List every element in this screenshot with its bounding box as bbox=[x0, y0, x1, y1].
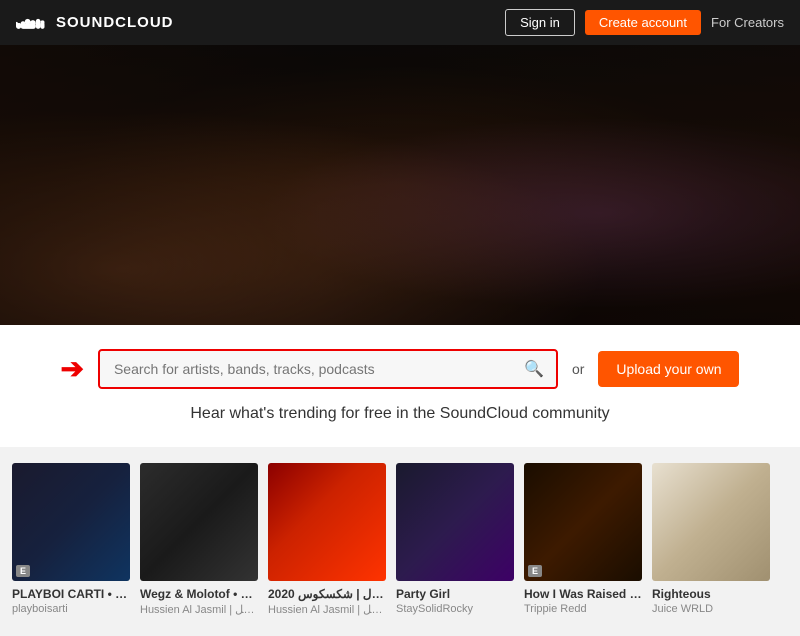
card-title: How I Was Raised Ft. Lil Te... bbox=[524, 587, 642, 603]
signin-button[interactable]: Sign in bbox=[505, 9, 575, 36]
search-input[interactable] bbox=[100, 351, 512, 387]
card-title: Wegz & Molotof • Dorak Ga... bbox=[140, 587, 258, 603]
card-title: 2020 عمر كمال | شكسكوس bbox=[268, 587, 386, 603]
explicit-badge: E bbox=[16, 565, 30, 577]
hero-overlay bbox=[0, 45, 800, 325]
list-item[interactable]: 2020 عمر كمال | شكسكوسHussien Al Jasmil … bbox=[268, 463, 386, 616]
logo-text: SOUNDCLOUD bbox=[56, 14, 174, 31]
list-item[interactable]: RighteousJuice WRLD bbox=[652, 463, 770, 616]
card-artist: Hussien Al Jasmil | حسين الجاسمل... bbox=[268, 603, 386, 616]
list-item[interactable]: Party GirlStaySolidRocky bbox=[396, 463, 514, 616]
card-thumbnail bbox=[140, 463, 258, 581]
list-item[interactable]: E PLAYBOI CARTI • ® MEHplayboisarti bbox=[12, 463, 130, 616]
logo-area: SOUNDCLOUD bbox=[16, 12, 505, 34]
card-thumbnail bbox=[652, 463, 770, 581]
for-creators-link[interactable]: For Creators bbox=[711, 15, 784, 30]
card-artist: Hussien Al Jasmil | حسين الجاسمل... bbox=[140, 603, 258, 616]
card-title: Righteous bbox=[652, 587, 770, 603]
card-artist: Trippie Redd bbox=[524, 603, 642, 615]
upload-button[interactable]: Upload your own bbox=[598, 351, 739, 387]
or-text: or bbox=[572, 361, 584, 377]
card-title: Party Girl bbox=[396, 587, 514, 603]
cards-grid: E PLAYBOI CARTI • ® MEHplayboisarti Wegz &… bbox=[12, 463, 788, 616]
list-item[interactable]: E How I Was Raised Ft. Lil Te...Trippie R… bbox=[524, 463, 642, 616]
search-icon: 🔍 bbox=[512, 359, 556, 379]
navbar: SOUNDCLOUD Sign in Create account For Cr… bbox=[0, 0, 800, 45]
create-account-button[interactable]: Create account bbox=[585, 10, 701, 35]
search-section: ➔ 🔍 or Upload your own Hear what's trend… bbox=[0, 325, 800, 447]
search-row: ➔ 🔍 or Upload your own bbox=[40, 349, 760, 389]
trending-text: Hear what's trending for free in the Sou… bbox=[190, 405, 609, 423]
card-title: PLAYBOI CARTI • ® MEH bbox=[12, 587, 130, 603]
soundcloud-logo-icon bbox=[16, 12, 48, 34]
list-item[interactable]: Wegz & Molotof • Dorak Ga...Hussien Al J… bbox=[140, 463, 258, 616]
hero-section: Connect on SoundCloud Discover, stream, … bbox=[0, 45, 800, 325]
card-artist: playboisarti bbox=[12, 603, 130, 615]
card-thumbnail: E bbox=[12, 463, 130, 581]
card-thumbnail: E bbox=[524, 463, 642, 581]
card-artist: Juice WRLD bbox=[652, 603, 770, 615]
explicit-badge: E bbox=[528, 565, 542, 577]
arrow-icon: ➔ bbox=[61, 355, 84, 383]
card-thumbnail bbox=[396, 463, 514, 581]
card-artist: StaySolidRocky bbox=[396, 603, 514, 615]
card-thumbnail bbox=[268, 463, 386, 581]
cards-section: E PLAYBOI CARTI • ® MEHplayboisarti Wegz &… bbox=[0, 447, 800, 636]
nav-right: Sign in Create account For Creators bbox=[505, 9, 784, 36]
search-box: 🔍 bbox=[98, 349, 558, 389]
